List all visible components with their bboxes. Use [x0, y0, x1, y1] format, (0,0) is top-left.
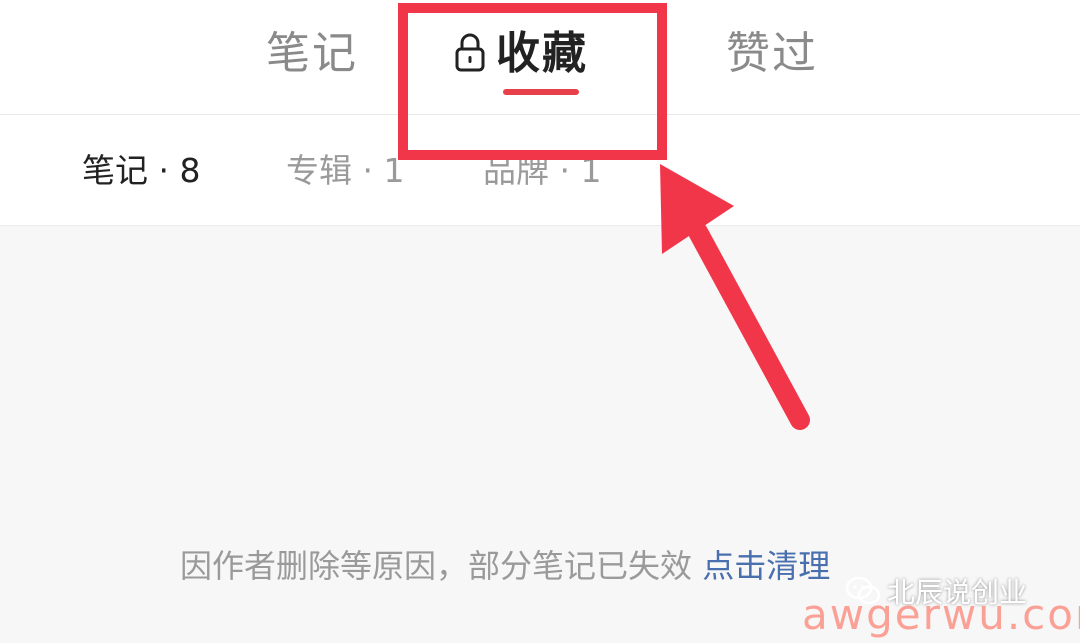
subtab-notes[interactable]: 笔记 · 8	[82, 149, 200, 193]
annotation-arrow	[660, 164, 810, 430]
screenshot-frame: 笔记 收藏 赞过 笔记 · 8 专辑 · 1 品牌 · 1 因作者删除等原因，部…	[0, 0, 1080, 643]
invalid-notes-notice: 因作者删除等原因，部分笔记已失效 点击清理	[180, 544, 830, 588]
watermark-site: awgerwu.com	[802, 590, 1080, 639]
annotation-highlight-box	[398, 3, 667, 160]
subtab-album[interactable]: 专辑 · 1	[286, 149, 404, 193]
tab-liked[interactable]: 赞过	[726, 24, 818, 84]
clean-up-link[interactable]: 点击清理	[702, 547, 830, 585]
notice-text: 因作者删除等原因，部分笔记已失效	[180, 547, 703, 585]
tab-notes[interactable]: 笔记	[266, 24, 358, 84]
